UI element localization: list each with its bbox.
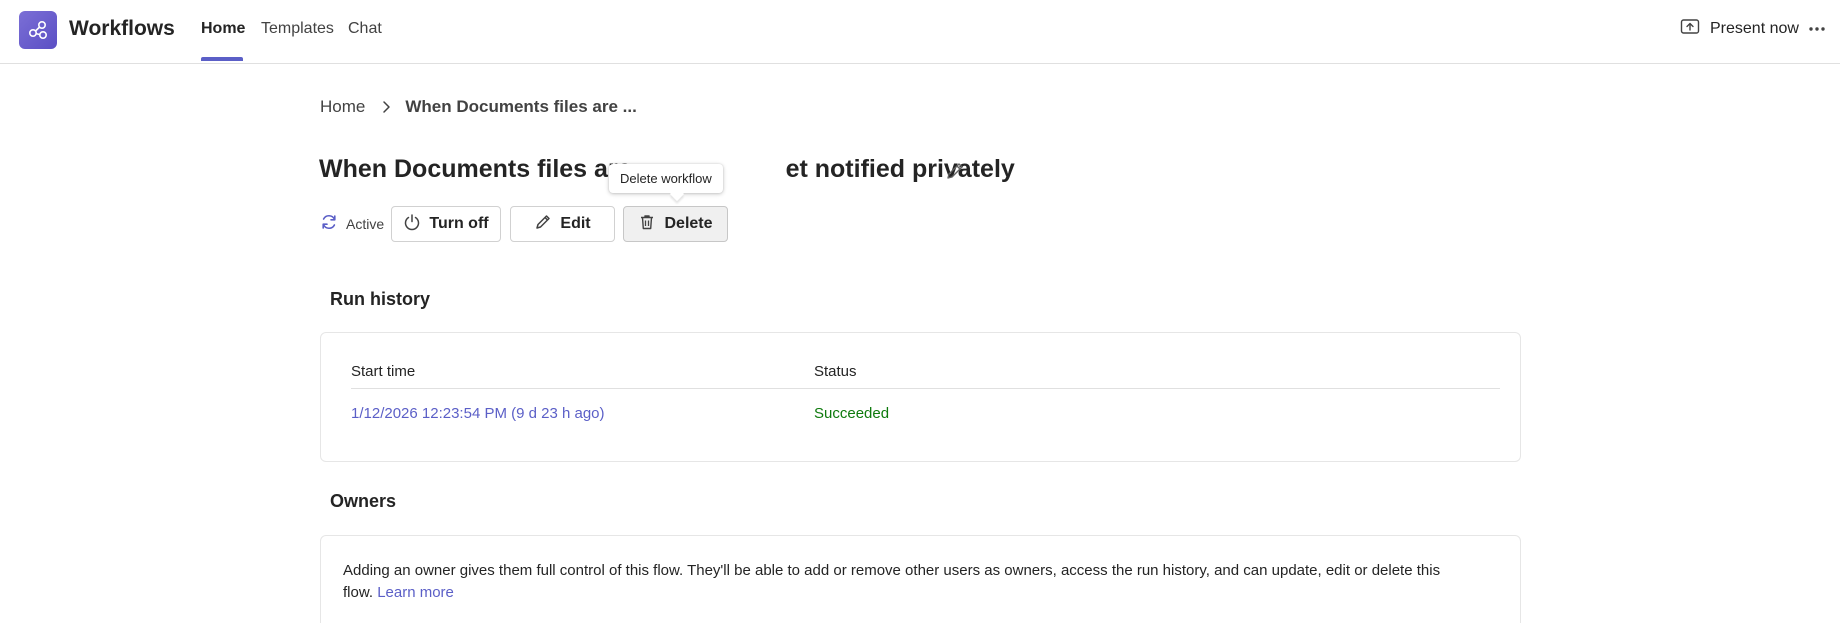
owners-description-line1: Adding an owner gives them full control … xyxy=(343,562,1441,579)
share-screen-icon xyxy=(1680,18,1700,41)
more-options-button[interactable] xyxy=(1806,18,1828,40)
owners-card: Adding an owner gives them full control … xyxy=(320,535,1521,623)
run-start-time-link[interactable]: 1/12/2026 12:23:54 PM (9 d 23 h ago) xyxy=(351,405,605,422)
page-title-end: et notified privately xyxy=(785,155,1015,183)
breadcrumb-current: When Documents files are ... xyxy=(405,97,637,116)
breadcrumb-home-link[interactable]: Home xyxy=(320,97,365,117)
sync-active-icon xyxy=(320,213,338,234)
workflow-status: Active xyxy=(320,213,384,234)
run-history-table: Start time Status 1/12/2026 12:23:54 PM … xyxy=(320,332,1521,462)
more-horizontal-icon xyxy=(1809,27,1825,31)
tab-chat[interactable]: Chat xyxy=(348,20,382,38)
learn-more-link[interactable]: Learn more xyxy=(377,584,454,601)
tab-home[interactable]: Home xyxy=(201,20,245,38)
breadcrumb: Home When Documents files are ... xyxy=(320,97,637,117)
power-icon xyxy=(403,213,421,236)
run-status: Succeeded xyxy=(814,405,890,422)
turn-off-label: Turn off xyxy=(429,215,489,232)
column-header-start-time: Start time xyxy=(351,363,416,380)
owners-heading: Owners xyxy=(330,491,397,511)
trash-icon xyxy=(638,213,656,236)
present-now-button[interactable]: Present now xyxy=(1680,18,1799,40)
column-header-status: Status xyxy=(814,363,857,380)
table-header-divider xyxy=(351,388,1500,389)
delete-label: Delete xyxy=(664,215,713,232)
chevron-right-icon xyxy=(381,100,391,114)
delete-button[interactable]: Delete xyxy=(623,206,728,242)
pencil-icon xyxy=(534,213,552,236)
edit-title-pencil-icon[interactable] xyxy=(944,160,966,182)
active-tab-indicator xyxy=(201,57,243,61)
owners-description: Adding an owner gives them full control … xyxy=(343,560,1493,604)
app-title: Workflows xyxy=(69,17,175,40)
tab-templates[interactable]: Templates xyxy=(261,20,334,38)
edit-label: Edit xyxy=(560,215,591,232)
top-bar: Workflows Home Templates Chat Present no… xyxy=(0,0,1840,64)
status-label: Active xyxy=(346,215,385,232)
turn-off-button[interactable]: Turn off xyxy=(391,206,501,242)
owners-description-line2: flow. xyxy=(343,584,374,601)
present-now-label: Present now xyxy=(1710,20,1799,37)
run-history-heading: Run history xyxy=(330,289,431,309)
edit-button[interactable]: Edit xyxy=(510,206,615,242)
page-title-start: When Documents files are xyxy=(319,155,632,183)
delete-workflow-tooltip: Delete workflow xyxy=(609,164,723,193)
workflows-logo-icon xyxy=(19,11,57,49)
